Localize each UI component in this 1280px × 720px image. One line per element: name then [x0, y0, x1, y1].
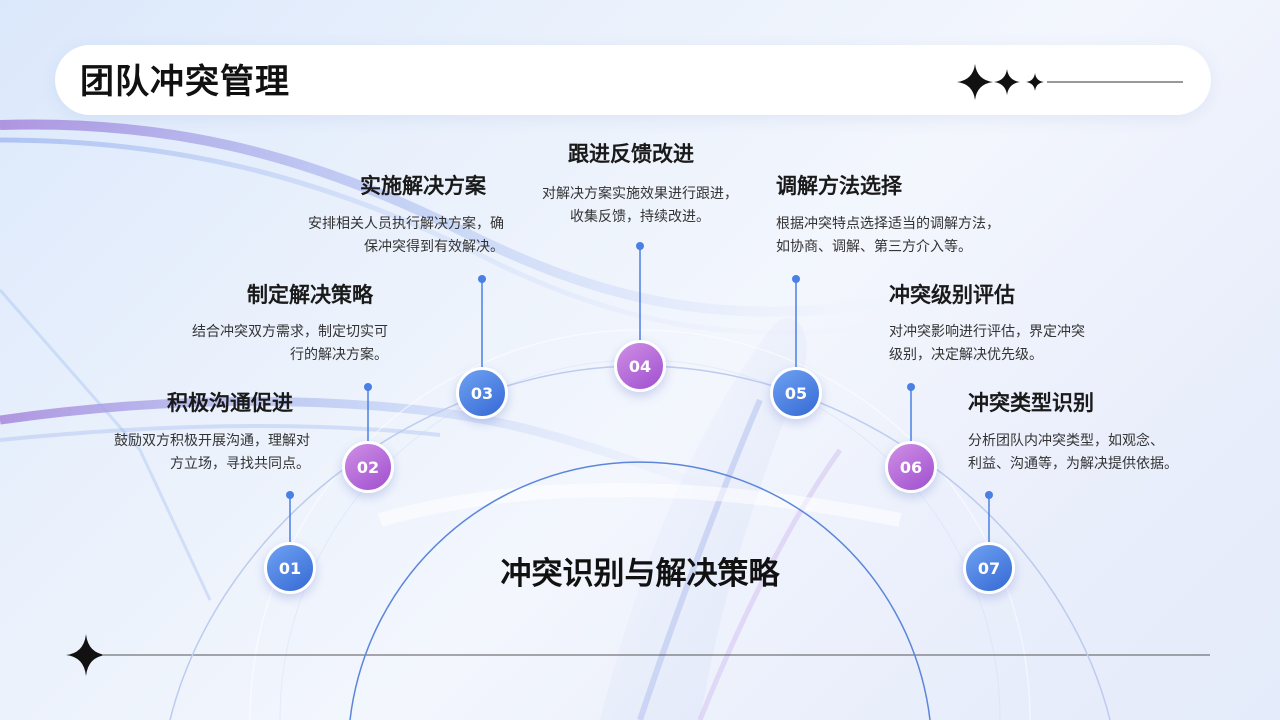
stage-desc-03: 安排相关人员执行解决方案，确保冲突得到有效解决。 — [308, 213, 504, 259]
outer-arc — [169, 365, 1111, 720]
stage-title-06: 冲突级别评估 — [889, 283, 1015, 307]
stage-desc-line: 行的解决方案。 — [290, 347, 388, 363]
stage-desc-07: 分析团队内冲突类型，如观念、 利益、沟通等，为解决提供依据。 — [968, 430, 1178, 476]
stage-node-02: 02 — [342, 441, 394, 493]
stage-desc-line: 安排相关人员执行解决方案，确 — [308, 216, 504, 232]
stage-desc-05: 根据冲突特点选择适当的调解方法， 如协商、调解、第三方介入等。 — [776, 213, 1000, 259]
stage-title-03: 实施解决方案 — [360, 174, 486, 198]
stage-node-07: 07 — [963, 542, 1015, 594]
connector-dot-02 — [364, 383, 372, 391]
connector-dot-07 — [985, 491, 993, 499]
stage-title-05: 调解方法选择 — [776, 174, 902, 198]
stages-diagram: 01 积极沟通促进鼓励双方积极开展沟通，理解对方立场，寻找共同点。 02 制定解决策略… — [0, 0, 1280, 720]
stage-desc-line: 对冲突影响进行评估，界定冲突 — [889, 324, 1085, 340]
connector-dot-03 — [478, 275, 486, 283]
stage-desc-line: 利益、沟通等，为解决提供依据。 — [968, 456, 1178, 472]
connector-dot-05 — [792, 275, 800, 283]
stage-desc-line: 如协商、调解、第三方介入等。 — [776, 239, 972, 255]
stage-desc-line: 级别，决定解决优先级。 — [889, 347, 1043, 363]
stage-node-05: 05 — [770, 367, 822, 419]
stage-desc-01: 鼓励双方积极开展沟通，理解对方立场，寻找共同点。 — [114, 430, 310, 476]
stage-node-06: 06 — [885, 441, 937, 493]
stage-desc-line: 结合冲突双方需求，制定切实可 — [192, 324, 388, 340]
stage-title-01: 积极沟通促进 — [167, 391, 293, 415]
stage-desc-line: 收集反馈，持续改进。 — [570, 209, 710, 225]
stage-title-07: 冲突类型识别 — [968, 391, 1094, 415]
connector-dot-06 — [907, 383, 915, 391]
stage-title-02: 制定解决策略 — [247, 283, 373, 307]
stage-desc-line: 根据冲突特点选择适当的调解方法， — [776, 216, 1000, 232]
stage-desc-line: 分析团队内冲突类型，如观念、 — [968, 433, 1164, 449]
stage-desc-06: 对冲突影响进行评估，界定冲突 级别，决定解决优先级。 — [889, 321, 1085, 367]
connector-dot-01 — [286, 491, 294, 499]
stage-desc-line: 鼓励双方积极开展沟通，理解对 — [114, 433, 310, 449]
stage-desc-04: 对解决方案实施效果进行跟进， 收集反馈，持续改进。 — [525, 183, 755, 229]
stage-title-04: 跟进反馈改进 — [568, 142, 694, 166]
stage-desc-02: 结合冲突双方需求，制定切实可行的解决方案。 — [192, 321, 388, 367]
stage-node-03: 03 — [456, 367, 508, 419]
center-label: 冲突识别与解决策略 — [500, 556, 780, 592]
stage-desc-line: 保冲突得到有效解决。 — [364, 239, 504, 255]
stage-desc-line: 方立场，寻找共同点。 — [170, 456, 310, 472]
stage-node-01: 01 — [264, 542, 316, 594]
stage-desc-line: 对解决方案实施效果进行跟进， — [542, 186, 738, 202]
connector-dot-04 — [636, 242, 644, 250]
stage-node-04: 04 — [614, 340, 666, 392]
